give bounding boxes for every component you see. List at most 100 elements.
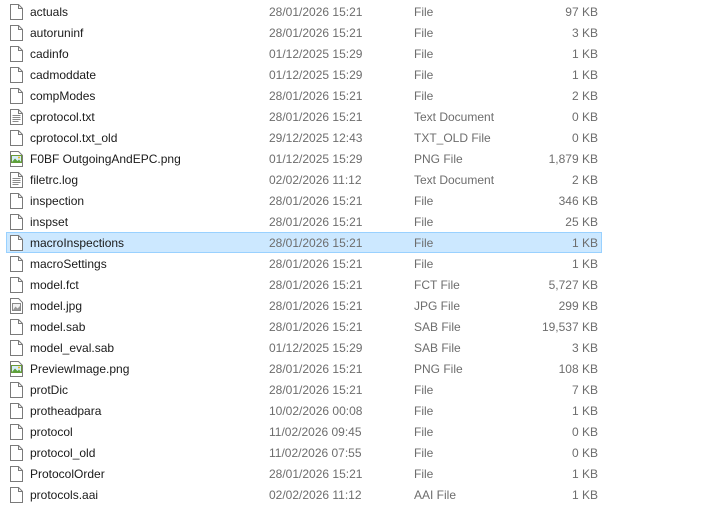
file-name: cprotocol.txt_old (30, 131, 118, 145)
file-name: cadinfo (30, 47, 69, 61)
file-name: macroSettings (30, 257, 107, 271)
file-row[interactable]: protocols.aai 02/02/2026 11:12 AAI File 1 K… (6, 484, 602, 505)
file-name: protocol_old (30, 446, 96, 460)
file-name: cadmoddate (30, 68, 97, 82)
file-name: protocols.aai (30, 488, 99, 502)
file-row[interactable]: cprotocol.txt 28/01/2026 15:21 Text Docume… (6, 106, 602, 127)
file-date-modified: 10/02/2026 00:08 (269, 404, 363, 418)
file-date-modified: 28/01/2026 15:21 (269, 26, 363, 40)
file-date-modified: 28/01/2026 15:21 (269, 89, 363, 103)
file-row[interactable]: PreviewImage.png 28/01/2026 15:21 PNG File… (6, 358, 602, 379)
file-size: 0 KB (571, 110, 598, 124)
file-type: PNG File (414, 362, 463, 376)
file-row[interactable]: protheadpara 10/02/2026 00:08 File 1 KB (6, 400, 602, 421)
file-size: 7 KB (571, 383, 598, 397)
blank-file-icon (10, 193, 23, 209)
file-type: Text Document (414, 173, 495, 187)
file-date-modified: 28/01/2026 15:21 (269, 383, 363, 397)
blank-file-icon (10, 25, 23, 41)
file-date-modified: 02/02/2026 11:12 (269, 488, 362, 502)
file-size: 2 KB (571, 173, 598, 187)
blank-file-icon (10, 214, 23, 230)
blank-file-icon (10, 487, 23, 503)
file-name: model_eval.sab (30, 341, 115, 355)
file-row[interactable]: protocol_old 11/02/2026 07:55 File 0 KB (6, 442, 602, 463)
file-row[interactable]: ProtocolOrder 28/01/2026 15:21 File 1 KB (6, 463, 602, 484)
file-name: ProtocolOrder (30, 467, 105, 481)
file-size: 3 KB (571, 341, 598, 355)
file-row[interactable]: protocol 11/02/2026 09:45 File 0 KB (6, 421, 602, 442)
file-date-modified: 28/01/2026 15:21 (269, 110, 363, 124)
file-row[interactable]: inspset 28/01/2026 15:21 File 25 KB (6, 211, 602, 232)
file-name: inspection (30, 194, 85, 208)
file-date-modified: 01/12/2025 15:29 (269, 68, 363, 82)
blank-file-icon (10, 340, 23, 356)
file-name: autoruninf (30, 26, 84, 40)
file-row[interactable]: actuals 28/01/2026 15:21 File 97 KB (6, 1, 602, 22)
image-file-icon (10, 151, 23, 167)
file-name: compModes (30, 89, 96, 103)
file-row[interactable]: model.jpg 28/01/2026 15:21 JPG File 299 KB (6, 295, 602, 316)
file-row[interactable]: F0BF OutgoingAndEPC.png 01/12/2025 15:29 P… (6, 148, 602, 169)
file-size: 1 KB (571, 68, 598, 82)
file-date-modified: 01/12/2025 15:29 (269, 152, 363, 166)
text-document-icon (10, 172, 23, 188)
file-type: File (414, 404, 434, 418)
file-size: 1 KB (571, 236, 598, 250)
file-date-modified: 28/01/2026 15:21 (269, 362, 363, 376)
blank-file-icon (10, 256, 23, 272)
file-row[interactable]: model.fct 28/01/2026 15:21 FCT File 5,727 K… (6, 274, 602, 295)
file-type: File (414, 383, 434, 397)
file-type: File (414, 236, 434, 250)
file-type: File (414, 26, 434, 40)
file-type: File (414, 47, 434, 61)
file-size: 5,727 KB (548, 278, 598, 292)
file-row[interactable]: filetrc.log 02/02/2026 11:12 Text Document… (6, 169, 602, 190)
file-date-modified: 28/01/2026 15:21 (269, 299, 363, 313)
file-name: protDic (30, 383, 69, 397)
file-row[interactable]: cprotocol.txt_old 29/12/2025 12:43 TXT_OLD… (6, 127, 602, 148)
blank-file-icon (10, 88, 23, 104)
file-name: model.fct (30, 278, 79, 292)
file-row[interactable]: macroInspections 28/01/2026 15:21 File 1 KB (6, 232, 602, 253)
file-type: File (414, 257, 434, 271)
file-date-modified: 28/01/2026 15:21 (269, 278, 363, 292)
file-row[interactable]: cadmoddate 01/12/2025 15:29 File 1 KB (6, 64, 602, 85)
file-date-modified: 28/01/2026 15:21 (269, 236, 363, 250)
file-size: 1,879 KB (548, 152, 598, 166)
blank-file-icon (10, 466, 23, 482)
file-type: File (414, 467, 434, 481)
file-size: 2 KB (571, 89, 598, 103)
file-row[interactable]: cadinfo 01/12/2025 15:29 File 1 KB (6, 43, 602, 64)
file-row[interactable]: autoruninf 28/01/2026 15:21 File 3 KB (6, 22, 602, 43)
file-date-modified: 29/12/2025 12:43 (269, 131, 363, 145)
file-type: File (414, 194, 434, 208)
file-row[interactable]: compModes 28/01/2026 15:21 File 2 KB (6, 85, 602, 106)
file-type: File (414, 446, 434, 460)
file-name: actuals (30, 5, 69, 19)
file-row[interactable]: protDic 28/01/2026 15:21 File 7 KB (6, 379, 602, 400)
file-size: 108 KB (558, 362, 598, 376)
file-type: PNG File (414, 152, 463, 166)
image-file-icon (10, 361, 23, 377)
file-type: FCT File (414, 278, 460, 292)
file-type: JPG File (414, 299, 461, 313)
file-type: AAI File (414, 488, 457, 502)
file-date-modified: 28/01/2026 15:21 (269, 467, 363, 481)
file-row[interactable]: model_eval.sab 01/12/2025 15:29 SAB File 3 … (6, 337, 602, 358)
file-type: File (414, 215, 434, 229)
file-size: 1 KB (571, 257, 598, 271)
file-date-modified: 01/12/2025 15:29 (269, 341, 363, 355)
jpg-file-icon (10, 298, 23, 314)
file-name: inspset (30, 215, 69, 229)
file-size: 299 KB (558, 299, 598, 313)
blank-file-icon (10, 319, 23, 335)
file-row[interactable]: inspection 28/01/2026 15:21 File 346 KB (6, 190, 602, 211)
file-date-modified: 01/12/2025 15:29 (269, 47, 363, 61)
file-row[interactable]: model.sab 28/01/2026 15:21 SAB File 19,537 … (6, 316, 602, 337)
file-size: 0 KB (571, 446, 598, 460)
file-date-modified: 11/02/2026 07:55 (269, 446, 362, 460)
blank-file-icon (10, 67, 23, 83)
file-date-modified: 28/01/2026 15:21 (269, 320, 363, 334)
file-row[interactable]: macroSettings 28/01/2026 15:21 File 1 KB (6, 253, 602, 274)
